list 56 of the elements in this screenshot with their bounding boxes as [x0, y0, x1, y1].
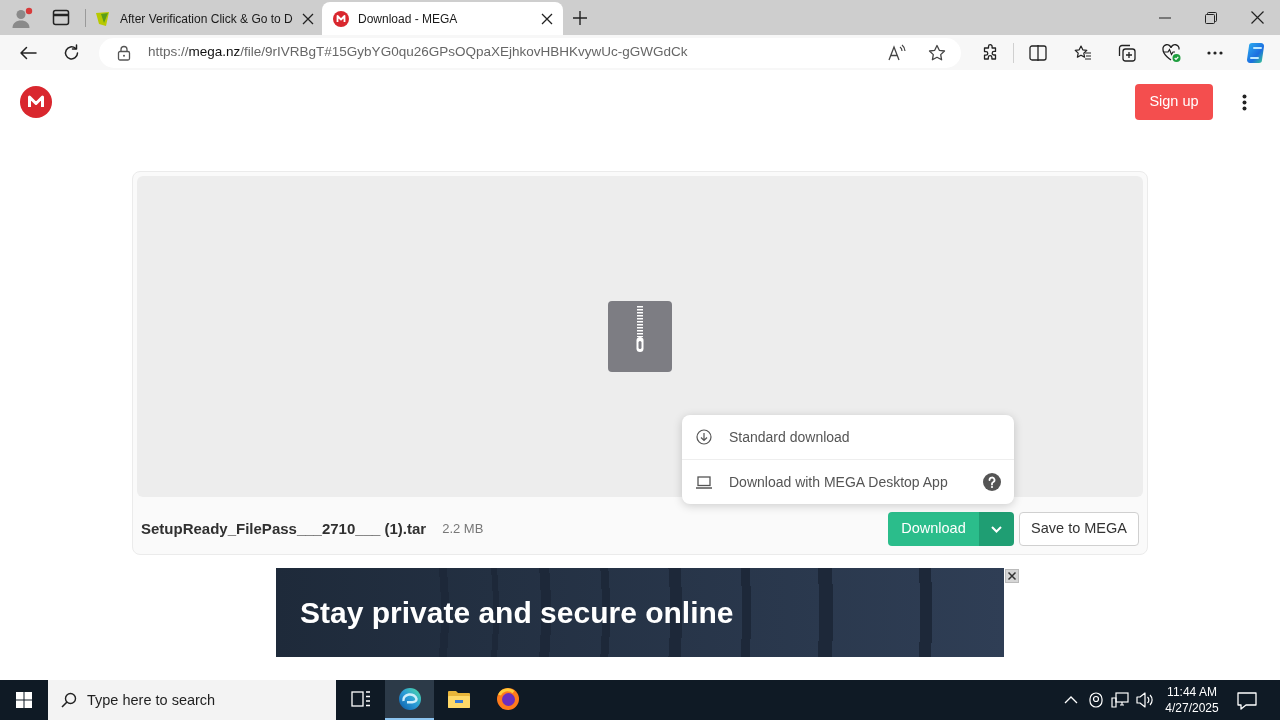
search-field[interactable]: Type here to search: [48, 680, 336, 720]
task-view-icon: [350, 691, 371, 707]
wave-logo-icon: [397, 687, 422, 711]
heart-pulse-icon[interactable]: [1161, 43, 1181, 62]
split-screen-icon[interactable]: [1029, 44, 1047, 61]
close-icon[interactable]: [1250, 11, 1264, 24]
minimize-icon[interactable]: [1159, 16, 1171, 19]
logo-icon[interactable]: [20, 86, 52, 118]
file-name: SetupReady_FilePass___2710___ (1).tar: [141, 518, 427, 539]
taskbar-button[interactable]: [385, 680, 434, 720]
browser-tab[interactable]: After Verification Click & Go to D: [86, 2, 322, 35]
lock-icon: [117, 44, 131, 61]
close-icon[interactable]: [1005, 569, 1019, 583]
favicon-icon: [95, 10, 111, 27]
windows-start-icon[interactable]: [16, 692, 32, 708]
chevron-down-icon: [991, 525, 1002, 533]
clock-date[interactable]: 4/27/2025: [1165, 700, 1219, 716]
read-aloud-icon[interactable]: [888, 44, 906, 61]
plus-icon[interactable]: [572, 9, 588, 26]
speaker-icon[interactable]: [1136, 692, 1153, 708]
more-icon[interactable]: [1207, 50, 1223, 55]
fox-logo-icon: [495, 687, 520, 711]
file-size: 2.2 MB: [442, 520, 484, 539]
webcam-icon[interactable]: [1089, 692, 1103, 708]
puzzle-icon[interactable]: [982, 44, 999, 61]
menu-item[interactable]: Standard download: [682, 415, 1014, 459]
url-text: https://mega.nz/file/9rIVRBgT#15GybYG0qu26GPsOQpaXEjhkovHBHKvywUc-gGWGdCk: [148, 43, 688, 62]
close-icon[interactable]: [541, 12, 553, 25]
address-bar[interactable]: https://mega.nz/file/9rIVRBgT#15GybYG0qu26GPsOQpaXEjhkovHBHKvywUc-gGWGdCk: [99, 37, 961, 68]
chevron-up-icon[interactable]: [1064, 696, 1078, 704]
collections-icon[interactable]: [1118, 43, 1136, 62]
network-icon[interactable]: [1111, 692, 1129, 708]
star-icon[interactable]: [928, 43, 946, 62]
help-icon[interactable]: [983, 473, 1001, 491]
close-icon[interactable]: [302, 12, 314, 25]
menu-item[interactable]: Download with MEGA Desktop App: [682, 460, 1014, 504]
dropdown-button[interactable]: [979, 512, 1014, 546]
zip-file-icon: [608, 301, 672, 372]
ad-headline: Stay private and secure online: [300, 595, 734, 631]
vertical-dots-icon[interactable]: [1242, 93, 1247, 111]
browser-tab[interactable]: Download - MEGA: [322, 2, 563, 35]
back-icon[interactable]: [19, 45, 37, 60]
logo-icon: [333, 10, 349, 27]
restore-icon[interactable]: [1205, 11, 1217, 24]
window-icon[interactable]: [52, 9, 70, 26]
laptop-icon: [696, 475, 712, 489]
download-icon: [696, 429, 712, 445]
assistant-icon[interactable]: [1245, 41, 1267, 64]
clock-time[interactable]: 11:44 AM: [1167, 684, 1217, 700]
favorites-icon[interactable]: [1074, 44, 1092, 61]
save-to-mega-button[interactable]: Save to MEGA: [1019, 512, 1139, 546]
search-icon: [61, 692, 77, 708]
profile-avatar-icon[interactable]: [11, 6, 33, 29]
refresh-icon[interactable]: [63, 44, 80, 61]
folder-icon: [446, 689, 471, 709]
notifications-icon[interactable]: [1237, 690, 1257, 710]
